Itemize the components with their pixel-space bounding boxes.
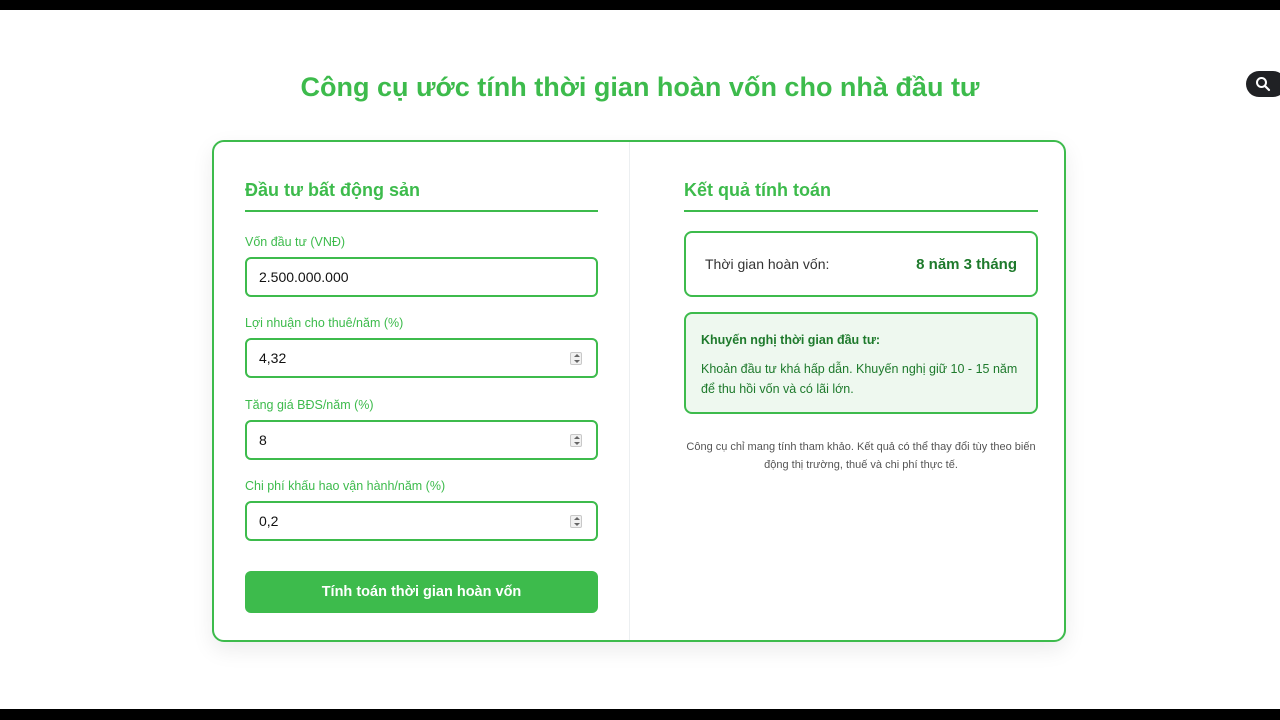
rental-yield-label: Lợi nhuận cho thuê/năm (%) [245,316,404,330]
recommendation-text: Khoản đầu tư khá hấp dẫn. Khuyến nghị gi… [701,362,1018,396]
rental-yield-spinner[interactable] [570,352,582,365]
recommendation-title: Khuyến nghị thời gian đầu tư: [701,333,881,347]
operating-cost-field[interactable] [245,501,598,541]
search-button[interactable] [1246,71,1280,97]
appreciation-label: Tăng giá BĐS/năm (%) [245,398,374,412]
payback-value: 8 năm 3 tháng [916,256,1017,273]
disclaimer-text: Công cụ chỉ mang tính tham khảo. Kết quả… [686,441,1036,471]
results-section-title: Kết quả tính toán [684,180,831,200]
results-section-rule [684,210,1038,212]
search-icon [1256,77,1271,92]
column-divider [629,142,630,640]
appreciation-field[interactable] [245,420,598,460]
operating-cost-label: Chi phí khấu hao vận hành/năm (%) [245,479,446,493]
recommendation-box: Khuyến nghị thời gian đầu tư: Khoản đầu … [684,312,1038,414]
investment-capital-input[interactable] [259,259,559,295]
operating-cost-input[interactable] [259,503,559,539]
investment-capital-field[interactable] [245,257,598,297]
form-section-rule [245,210,598,212]
calculate-button[interactable]: Tính toán thời gian hoàn vốn [245,571,598,613]
payback-label: Thời gian hoàn vốn: [705,256,830,272]
payback-result-box: Thời gian hoàn vốn: 8 năm 3 tháng [684,231,1038,297]
investment-capital-label: Vốn đầu tư (VNĐ) [245,235,346,249]
operating-cost-spinner[interactable] [570,515,582,528]
page-title: Công cụ ước tính thời gian hoàn vốn cho … [300,72,980,102]
form-section-title: Đầu tư bất động sản [245,180,421,200]
appreciation-input[interactable] [259,422,559,458]
page: Công cụ ước tính thời gian hoàn vốn cho … [0,10,1280,709]
rental-yield-input[interactable] [259,340,559,376]
appreciation-spinner[interactable] [570,434,582,447]
rental-yield-field[interactable] [245,338,598,378]
calculator-card: Đầu tư bất động sản Vốn đầu tư (VNĐ) Lợi… [212,140,1066,642]
